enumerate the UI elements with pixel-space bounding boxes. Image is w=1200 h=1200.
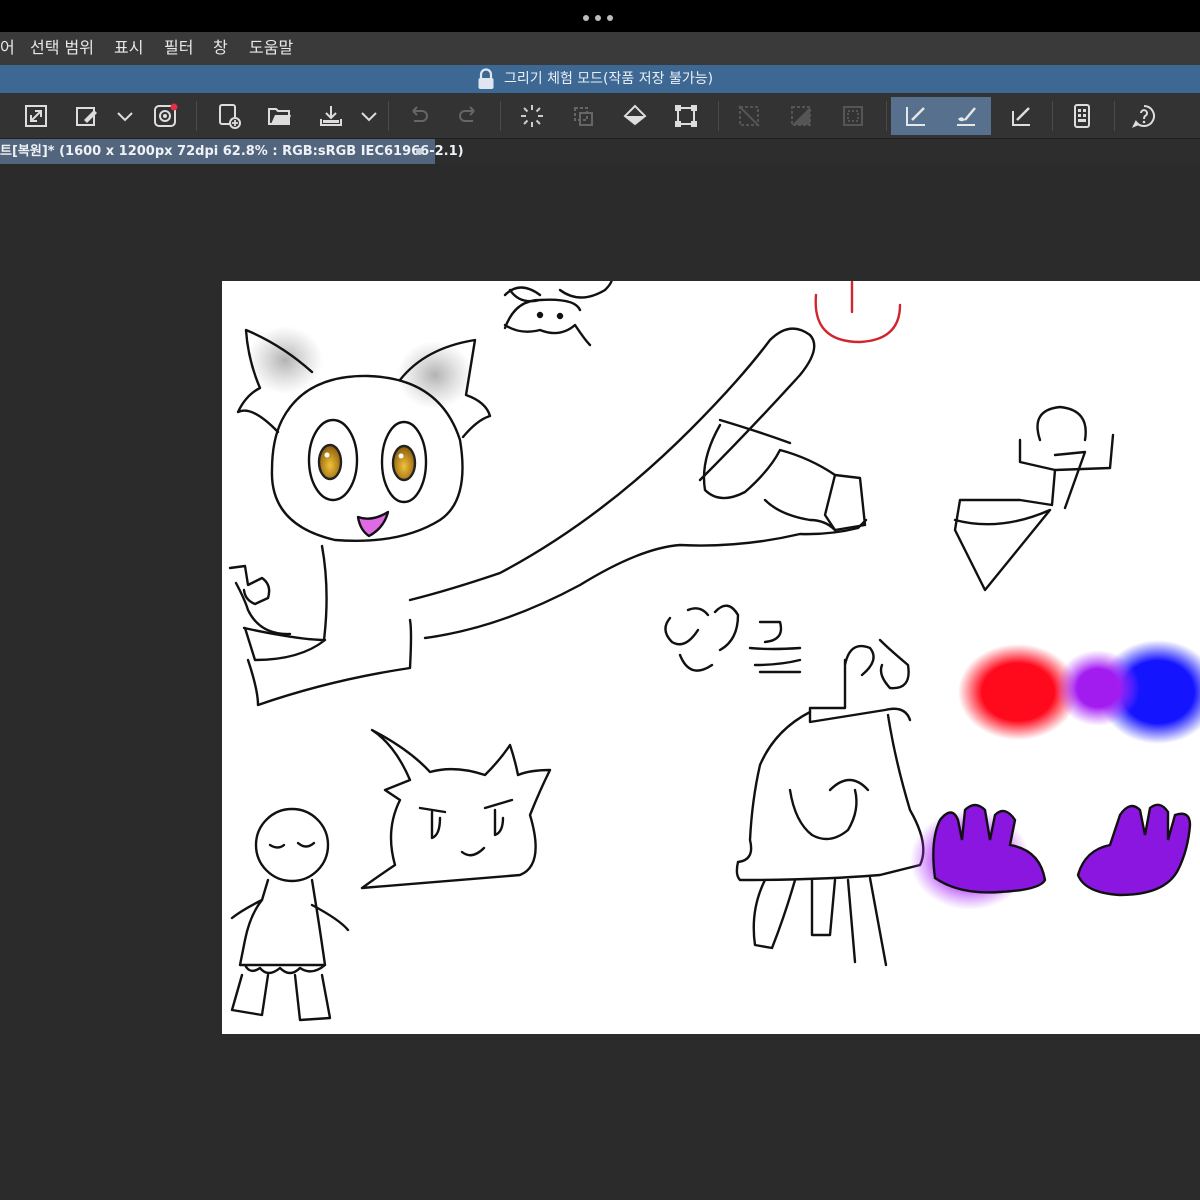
toolbar-separator	[196, 101, 197, 131]
canvas-artwork	[228, 281, 1200, 1022]
dropdown-icon[interactable]	[350, 97, 388, 135]
menu-item-view[interactable]: 표시	[114, 36, 143, 60]
layer-settings-icon[interactable]	[145, 97, 185, 135]
close-tab-icon[interactable]	[416, 148, 423, 155]
show-selection-icon[interactable]	[833, 97, 873, 135]
lock-icon	[478, 68, 494, 89]
undo-icon[interactable]	[398, 97, 438, 135]
new-canvas-icon[interactable]	[209, 97, 249, 135]
open-folder-icon[interactable]	[260, 97, 300, 135]
fill-bucket-icon[interactable]	[615, 97, 655, 135]
drawing-canvas[interactable]	[222, 281, 1200, 1034]
help-icon[interactable]	[1124, 97, 1164, 135]
pen-tool-icon[interactable]	[891, 97, 941, 135]
menu-bar: 어 선택 범위 표시 필터 창 도움말	[0, 32, 1200, 65]
document-title: 트[복원]* (1600 x 1200px 72dpi 62.8% : RGB:…	[0, 144, 464, 159]
trial-mode-text: 그리기 체험 모드(작품 저장 불가능)	[504, 71, 714, 87]
toolbar-separator	[500, 101, 501, 131]
menu-item-layer[interactable]: 어	[0, 36, 15, 60]
invert-selection-icon[interactable]	[781, 97, 821, 135]
window-handle-icon[interactable]	[583, 15, 613, 21]
clear-selection-icon[interactable]	[729, 97, 769, 135]
resize-icon[interactable]	[16, 97, 56, 135]
document-tab[interactable]: 트[복원]* (1600 x 1200px 72dpi 62.8% : RGB:…	[0, 139, 464, 164]
save-download-icon[interactable]	[311, 97, 351, 135]
brush-tool-icon[interactable]	[941, 97, 991, 135]
command-bar	[0, 93, 1200, 139]
toolbar-separator	[1052, 101, 1053, 131]
menu-item-window[interactable]: 창	[213, 36, 228, 60]
eraser-tool-icon[interactable]	[1001, 97, 1041, 135]
transform-icon[interactable]	[563, 97, 603, 135]
toolbar-separator	[388, 101, 389, 131]
redo-icon[interactable]	[449, 97, 489, 135]
toolbar-separator	[886, 101, 887, 131]
crop-transform-icon[interactable]	[666, 97, 706, 135]
dropdown-icon[interactable]	[106, 97, 144, 135]
menu-item-help[interactable]: 도움말	[249, 36, 293, 60]
trial-mode-banner: 그리기 체험 모드(작품 저장 불가능)	[0, 65, 1200, 93]
device-settings-icon[interactable]	[1062, 97, 1102, 135]
system-top-bar	[0, 0, 1200, 32]
menu-item-filter[interactable]: 필터	[164, 36, 193, 60]
loading-spinner-icon[interactable]	[512, 97, 552, 135]
menu-item-selection[interactable]: 선택 범위	[30, 36, 94, 60]
eyedropper-icon[interactable]	[67, 97, 107, 135]
toolbar-separator	[718, 101, 719, 131]
document-tab-bar: 트[복원]* (1600 x 1200px 72dpi 62.8% : RGB:…	[0, 139, 1200, 164]
toolbar-separator	[1114, 101, 1115, 131]
